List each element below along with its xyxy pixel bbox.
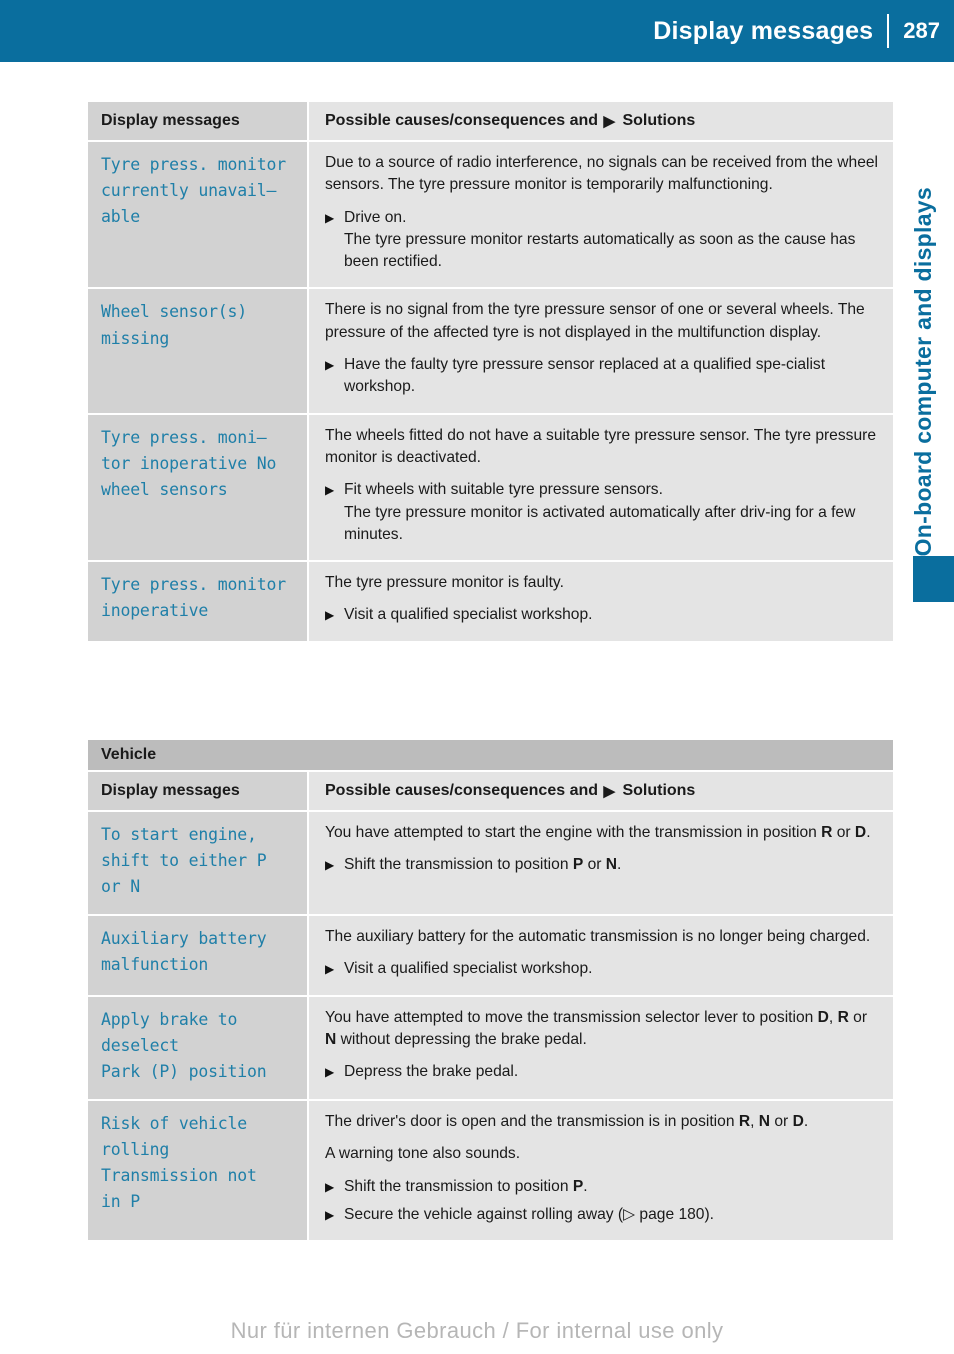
- page-header-band: Display messages 287: [0, 0, 954, 62]
- cause-paragraph: You have attempted to start the engine w…: [325, 824, 871, 841]
- solution-step: Visit a qualified specialist workshop.: [325, 604, 879, 626]
- table-vehicle-messages: Vehicle Display messages Possible causes/c…: [88, 740, 893, 1241]
- display-message-text: Tyre press. monitor inoperative: [101, 575, 286, 621]
- table-row: Tyre press. monitor currently unavail– a…: [88, 142, 893, 288]
- cause-paragraph: Due to a source of radio interference, n…: [325, 154, 879, 194]
- display-message-cell: Apply brake to deselect Park (P) positio…: [88, 996, 307, 1099]
- page-number: 287: [903, 18, 940, 43]
- column-header-message: Display messages: [88, 102, 307, 140]
- display-message-cell: Tyre press. monitor inoperative: [88, 562, 307, 641]
- chapter-label-text: On-board computer and displays: [909, 186, 936, 556]
- page-title: Display messages: [653, 16, 874, 45]
- section-header-1: Vehicle: [88, 740, 893, 770]
- display-message-cell: Auxiliary battery malfunction: [88, 916, 307, 995]
- causes-solutions-cell: You have attempted to move the transmiss…: [309, 996, 893, 1099]
- table-row: Apply brake to deselect Park (P) positio…: [88, 996, 893, 1099]
- chapter-label: On-board computer and displays: [900, 96, 946, 556]
- solution-step: Shift the transmission to position P.: [325, 1176, 879, 1198]
- cause-paragraph: The driver's door is open and the transm…: [325, 1112, 809, 1130]
- display-message-cell: To start engine, shift to either P or N: [88, 812, 307, 915]
- cause-paragraph: You have attempted to move the transmiss…: [325, 1008, 868, 1049]
- table-row: Tyre press. monitor inoperative The tyre …: [88, 562, 893, 641]
- column-header-message: Display messages: [88, 772, 307, 810]
- cause-paragraph: A warning tone also sounds.: [325, 1145, 521, 1163]
- footer-watermark: Nur für internen Gebrauch / For internal…: [230, 1318, 724, 1343]
- display-message-text: Tyre press. moni– tor inoperative No whe…: [101, 427, 277, 499]
- display-message-text: Wheel sensor(s) missing: [101, 302, 248, 348]
- causes-solutions-cell: The wheels fitted do not have a suitable…: [309, 414, 893, 561]
- column-header-causes: Possible causes/consequences and ▶ Solut…: [309, 102, 893, 140]
- causes-solutions-cell: There is no signal from the tyre pressur…: [309, 289, 893, 413]
- chapter-tab-marker: [913, 556, 954, 602]
- solution-step: Have the faulty tyre pressure sensor rep…: [325, 354, 879, 399]
- page-header-content: Display messages 287: [653, 0, 954, 62]
- cause-paragraph: There is no signal from the tyre pressur…: [325, 301, 865, 341]
- solution-step: Fit wheels with suitable tyre pressure s…: [325, 479, 879, 546]
- display-message-text: To start engine, shift to either P or N: [101, 825, 267, 897]
- cause-paragraph: The auxiliary battery for the automatic …: [325, 928, 871, 946]
- display-message-cell: Tyre press. monitor currently unavail– a…: [88, 142, 307, 288]
- causes-solutions-cell: You have attempted to start the engine w…: [309, 812, 893, 915]
- display-message-text: Tyre press. monitor currently unavail– a…: [101, 155, 286, 227]
- table-header-row: Display messages Possible causes/conseque…: [88, 102, 893, 140]
- solution-step: Depress the brake pedal.: [325, 1061, 879, 1083]
- table-row: Risk of vehicle rolling Transmission not…: [88, 1100, 893, 1241]
- causes-solutions-cell: The auxiliary battery for the automatic …: [309, 916, 893, 995]
- display-message-text: Apply brake to deselect Park (P) positio…: [101, 1009, 267, 1081]
- table-row: To start engine, shift to either P or N Y…: [88, 812, 893, 915]
- table-row: Wheel sensor(s) missing There is no signa…: [88, 289, 893, 413]
- display-message-text: Auxiliary battery malfunction: [101, 929, 267, 975]
- cause-paragraph: The tyre pressure monitor is faulty.: [325, 574, 564, 592]
- display-message-text: Risk of vehicle rolling Transmission not…: [101, 1113, 257, 1212]
- table-tyre-pressure-messages: Display messages Possible causes/conseque…: [88, 102, 893, 641]
- solutions-triangle-icon: ▶: [603, 113, 615, 130]
- solution-step: Drive on.The tyre pressure monitor resta…: [325, 207, 879, 274]
- display-message-cell: Risk of vehicle rolling Transmission not…: [88, 1100, 307, 1241]
- causes-solutions-cell: The driver's door is open and the transm…: [309, 1100, 893, 1241]
- solution-step: Shift the transmission to position P or …: [325, 854, 879, 876]
- column-header-causes: Possible causes/consequences and ▶ Solut…: [309, 772, 893, 810]
- solution-step: Secure the vehicle against rolling away …: [325, 1204, 879, 1226]
- table-row: Tyre press. moni– tor inoperative No whe…: [88, 414, 893, 561]
- causes-solutions-cell: The tyre pressure monitor is faulty. Visi…: [309, 562, 893, 641]
- causes-solutions-cell: Due to a source of radio interference, n…: [309, 142, 893, 288]
- display-message-cell: Wheel sensor(s) missing: [88, 289, 307, 413]
- solution-step: Visit a qualified specialist workshop.: [325, 958, 879, 980]
- table-row: Auxiliary battery malfunction The auxilia…: [88, 916, 893, 995]
- display-message-cell: Tyre press. moni– tor inoperative No whe…: [88, 414, 307, 561]
- solutions-triangle-icon: ▶: [603, 783, 615, 800]
- table-header-row: Display messages Possible causes/conseque…: [88, 772, 893, 810]
- cause-paragraph: The wheels fitted do not have a suitable…: [325, 426, 876, 466]
